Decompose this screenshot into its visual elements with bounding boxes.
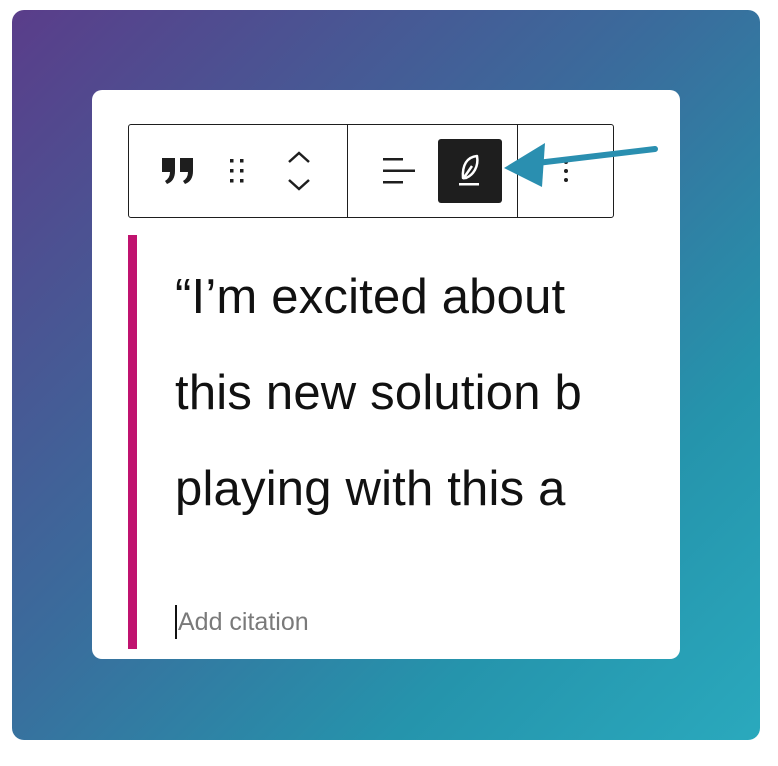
quote-block-button[interactable] [145,139,211,203]
quote-block[interactable]: “I’m excited about this new solution b p… [128,235,680,649]
chevron-down-icon[interactable] [285,176,313,194]
feather-icon [459,154,479,186]
quote-line: “I’m excited about [175,270,566,324]
align-text-button[interactable] [366,139,432,203]
more-vertical-icon [563,160,568,182]
more-options-button[interactable] [546,139,586,203]
quote-line: playing with this a [175,462,566,516]
chevron-up-icon[interactable] [285,148,313,166]
editor-card: “I’m excited about this new solution b p… [92,90,680,659]
quote-icon [162,158,193,184]
drag-handle-icon [230,159,244,183]
align-left-icon [383,158,415,184]
toolbar-group-format [347,125,517,217]
toolbar-group-options [517,125,613,217]
quote-text[interactable]: “I’m excited about this new solution b p… [175,249,680,537]
gradient-background: “I’m excited about this new solution b p… [12,10,760,740]
drag-handle-button[interactable] [211,139,263,203]
citation-input[interactable]: Add citation [175,605,309,639]
quote-line: this new solution b [175,366,582,420]
block-toolbar [128,124,614,218]
toolbar-group-block [129,125,347,217]
styles-button[interactable] [438,139,502,203]
block-mover[interactable] [263,136,335,206]
